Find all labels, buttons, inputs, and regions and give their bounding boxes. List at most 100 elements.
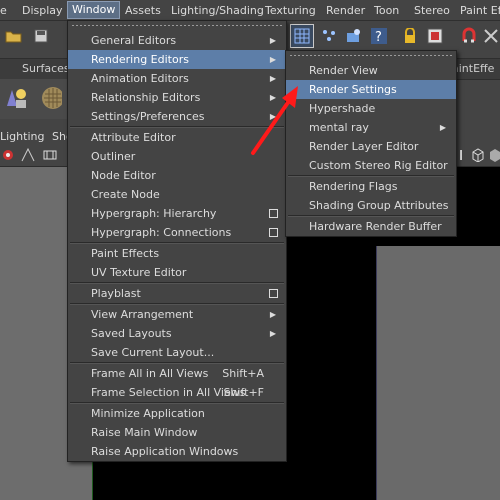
window-menu-item-frame-all-in-all-views[interactable]: Frame All in All Views Shift+A: [68, 364, 286, 383]
option-box-icon[interactable]: [269, 209, 278, 218]
menu-window[interactable]: Window: [67, 1, 121, 19]
menu-item-label: mental ray: [309, 121, 369, 134]
menu-item-label: UV Texture Editor: [91, 266, 187, 279]
menu-assets[interactable]: Assets: [125, 3, 161, 18]
window-menu-item-raise-main-window[interactable]: Raise Main Window: [68, 423, 286, 442]
help-icon[interactable]: ?: [368, 25, 390, 47]
shelf-tab-surfaces[interactable]: Surfaces: [22, 62, 70, 75]
menu-item-label: Saved Layouts: [91, 327, 172, 340]
menu-item-label: Minimize Application: [91, 407, 205, 420]
render-grid-icon[interactable]: [291, 25, 313, 47]
rendering-submenu-item-render-layer-editor[interactable]: Render Layer Editor: [286, 137, 456, 156]
window-menu-item-general-editors[interactable]: General Editors ▶: [68, 31, 286, 50]
menu-render[interactable]: Render: [326, 3, 365, 18]
window-menu-item-create-node[interactable]: Create Node: [68, 185, 286, 204]
lights-shelf-icon[interactable]: [4, 87, 26, 109]
menu-item-label: Shading Group Attributes: [309, 199, 449, 212]
panel-menu-lighting[interactable]: Lighting: [0, 130, 44, 143]
menu-item-label: Node Editor: [91, 169, 156, 182]
menu-toon[interactable]: Toon: [374, 3, 399, 18]
window-menu-item-outliner[interactable]: Outliner: [68, 147, 286, 166]
menu-item-label: Custom Stereo Rig Editor: [309, 159, 448, 172]
submenu-arrow-icon: ▶: [269, 74, 276, 83]
shelf-icon-area: [0, 79, 70, 119]
rendering-submenu-item-custom-stereo-rig-editor[interactable]: Custom Stereo Rig Editor: [286, 156, 456, 175]
menu-item-label: Relationship Editors: [91, 91, 201, 104]
rendering-editors-submenu: Render View Render Settings Hypershade ment…: [285, 50, 457, 237]
magnet-icon[interactable]: [458, 25, 480, 47]
window-menu-item-uv-texture-editor[interactable]: UV Texture Editor: [68, 263, 286, 282]
rendering-submenu-item-render-settings[interactable]: Render Settings: [286, 80, 456, 99]
menu-display[interactable]: Display: [22, 3, 63, 18]
menu-edit[interactable]: e: [0, 3, 7, 18]
window-menu-item-saved-layouts[interactable]: Saved Layouts ▶: [68, 324, 286, 343]
window-menu-item-hypergraph-connections[interactable]: Hypergraph: Connections: [68, 223, 286, 242]
option-box-icon[interactable]: [269, 289, 278, 298]
menu-tear-off[interactable]: [72, 23, 282, 29]
submenu-arrow-icon: ▶: [269, 310, 276, 319]
window-menu-item-raise-application-windows[interactable]: Raise Application Windows: [68, 442, 286, 461]
svg-text:?: ?: [375, 30, 382, 45]
ipr-icon[interactable]: [343, 25, 365, 47]
materials-shelf-icon[interactable]: [40, 87, 62, 109]
render-frame-icon[interactable]: [424, 25, 446, 47]
window-menu-item-hypergraph-hierarchy[interactable]: Hypergraph: Hierarchy: [68, 204, 286, 223]
menu-item-label: Rendering Flags: [309, 180, 398, 193]
open-folder-icon[interactable]: [3, 25, 25, 47]
submenu-arrow-icon: ▶: [269, 55, 276, 64]
submenu-tear-off[interactable]: [290, 53, 452, 59]
smooth-shade-icon[interactable]: [488, 146, 500, 164]
menu-item-label: Outliner: [91, 150, 136, 163]
rendering-submenu-item-mental-ray[interactable]: mental ray ▶: [286, 118, 456, 137]
menu-item-label: Render View: [309, 64, 378, 77]
window-menu-dropdown: General Editors ▶ Rendering Editors ▶ Animat…: [67, 20, 287, 462]
window-menu-item-attribute-editor[interactable]: Attribute Editor: [68, 128, 286, 147]
menu-item-label: Animation Editors: [91, 72, 189, 85]
window-menu-item-relationship-editors[interactable]: Relationship Editors ▶: [68, 88, 286, 107]
menu-item-label: Frame Selection in All Views: [91, 386, 246, 399]
rendering-submenu-item-hypershade[interactable]: Hypershade: [286, 99, 456, 118]
menu-item-label: General Editors: [91, 34, 177, 47]
option-box-icon[interactable]: [269, 228, 278, 237]
window-menu-item-minimize-application[interactable]: Minimize Application: [68, 404, 286, 423]
window-menu-item-save-current-layout[interactable]: Save Current Layout...: [68, 343, 286, 362]
menu-item-label: Save Current Layout...: [91, 346, 215, 359]
submenu-arrow-icon: ▶: [269, 36, 276, 45]
menu-item-label: Render Settings: [309, 83, 397, 96]
window-menu-item-settings-preferences[interactable]: Settings/Preferences ▶: [68, 107, 286, 126]
menu-item-shortcut: Shift+F: [223, 386, 264, 399]
window-menu-item-node-editor[interactable]: Node Editor: [68, 166, 286, 185]
save-icon[interactable]: [30, 25, 52, 47]
grid-toggle-icon[interactable]: [42, 146, 58, 164]
submenu-arrow-icon: ▶: [269, 93, 276, 102]
lock-icon[interactable]: [399, 25, 421, 47]
menu-item-label: Create Node: [91, 188, 160, 201]
rendering-submenu-item-hardware-render-buffer[interactable]: Hardware Render Buffer: [286, 217, 456, 236]
window-menu-item-view-arrangement[interactable]: View Arrangement ▶: [68, 305, 286, 324]
menu-texturing[interactable]: Texturing: [265, 3, 316, 18]
window-menu-item-rendering-editors[interactable]: Rendering Editors ▶: [68, 50, 286, 69]
select-camera-icon[interactable]: [20, 146, 36, 164]
menu-lighting-shading[interactable]: Lighting/Shading: [171, 3, 264, 18]
camera-attributes-icon[interactable]: [0, 146, 16, 164]
render-region-icon[interactable]: [318, 25, 340, 47]
menu-item-label: Render Layer Editor: [309, 140, 419, 153]
wireframe-cube-icon[interactable]: [470, 146, 486, 164]
menu-item-label: Playblast: [91, 287, 141, 300]
menu-paint-effects[interactable]: Paint Eff: [460, 3, 500, 18]
snap-icon[interactable]: [480, 25, 500, 47]
menu-stereo[interactable]: Stereo: [414, 3, 450, 18]
window-menu-item-animation-editors[interactable]: Animation Editors ▶: [68, 69, 286, 88]
rendering-submenu-item-render-view[interactable]: Render View: [286, 61, 456, 80]
window-menu-item-frame-selection-in-all-views[interactable]: Frame Selection in All Views Shift+F: [68, 383, 286, 402]
shelf-tab-paint-effects[interactable]: aintEffe: [452, 62, 494, 75]
submenu-arrow-icon: ▶: [269, 112, 276, 121]
window-menu-item-playblast[interactable]: Playblast: [68, 284, 286, 303]
viewport-grey-panel[interactable]: [376, 246, 500, 500]
rendering-submenu-item-shading-group-attributes[interactable]: Shading Group Attributes: [286, 196, 456, 215]
window-menu-item-paint-effects[interactable]: Paint Effects: [68, 244, 286, 263]
menu-item-label: Paint Effects: [91, 247, 160, 260]
menu-item-shortcut: Shift+A: [222, 367, 264, 380]
menu-item-label: Settings/Preferences: [91, 110, 205, 123]
rendering-submenu-item-rendering-flags[interactable]: Rendering Flags: [286, 177, 456, 196]
